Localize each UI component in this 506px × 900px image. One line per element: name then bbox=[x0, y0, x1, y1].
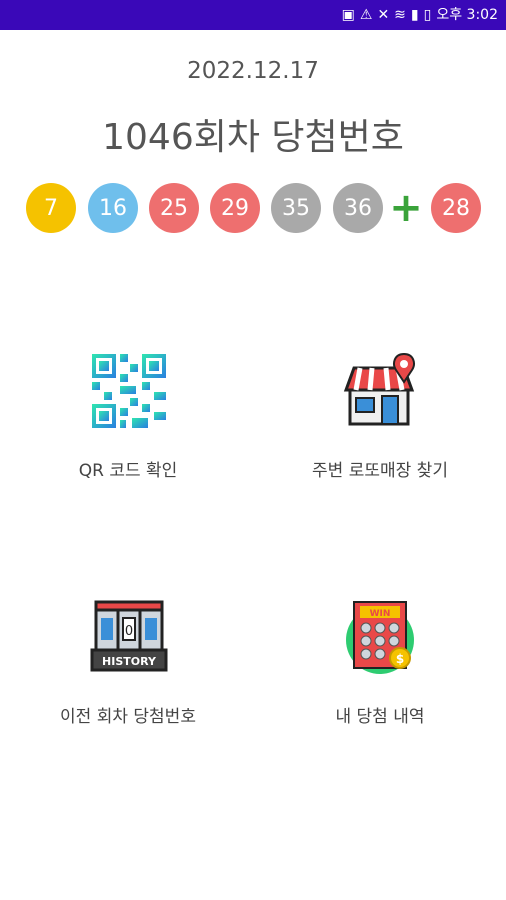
nearby-store-label: 주변 로또매장 찾기 bbox=[312, 461, 448, 481]
draw-title: 1046회차 당첨번호 bbox=[102, 117, 404, 158]
lotto-ball-5: 35 bbox=[271, 183, 321, 233]
history-icon: 0 HISTORY bbox=[90, 600, 168, 672]
lotto-ball-6: 36 bbox=[333, 183, 383, 233]
svg-text:WIN: WIN bbox=[370, 609, 391, 619]
lotto-ball-4: 29 bbox=[210, 183, 260, 233]
draw-date: 2022.12.17 bbox=[187, 58, 319, 84]
store-location-icon bbox=[343, 352, 415, 426]
lotto-ball-2: 16 bbox=[88, 183, 138, 233]
nearby-store-button[interactable]: 주변 로또매장 찾기 bbox=[270, 352, 490, 512]
qr-code-icon bbox=[92, 354, 166, 428]
status-bar: ▣ ⚠ ✕ ≋ ▮ ▯ 오후 3:02 bbox=[0, 0, 506, 30]
qr-check-label: QR 코드 확인 bbox=[78, 461, 178, 481]
status-time: 오후 3:02 bbox=[436, 7, 498, 23]
svg-text:$: $ bbox=[396, 652, 404, 666]
svg-text:0: 0 bbox=[125, 624, 133, 639]
mute-icon: ✕ bbox=[377, 7, 390, 23]
previous-draws-label: 이전 회차 당첨번호 bbox=[60, 707, 196, 727]
qr-check-button[interactable]: QR 코드 확인 bbox=[18, 352, 238, 512]
lottery-ticket-icon: WIN $ bbox=[346, 601, 414, 674]
battery-icon: ▯ bbox=[423, 7, 432, 23]
my-wins-label: 내 당첨 내역 bbox=[335, 707, 425, 727]
signal-icon: ▮ bbox=[410, 7, 419, 23]
bonus-plus-icon: + bbox=[389, 185, 423, 231]
lotto-ball-1: 7 bbox=[26, 183, 76, 233]
sim-icon: ▣ bbox=[341, 7, 355, 23]
wifi-icon: ≋ bbox=[394, 7, 406, 23]
svg-text:HISTORY: HISTORY bbox=[102, 655, 157, 668]
alert-icon: ⚠ bbox=[359, 7, 373, 23]
lotto-ball-3: 25 bbox=[149, 183, 199, 233]
bonus-ball: 28 bbox=[431, 183, 481, 233]
previous-draws-button[interactable]: 0 HISTORY 이전 회차 당첨번호 bbox=[18, 598, 238, 758]
my-wins-button[interactable]: WIN $ 내 당첨 내역 bbox=[270, 598, 490, 758]
